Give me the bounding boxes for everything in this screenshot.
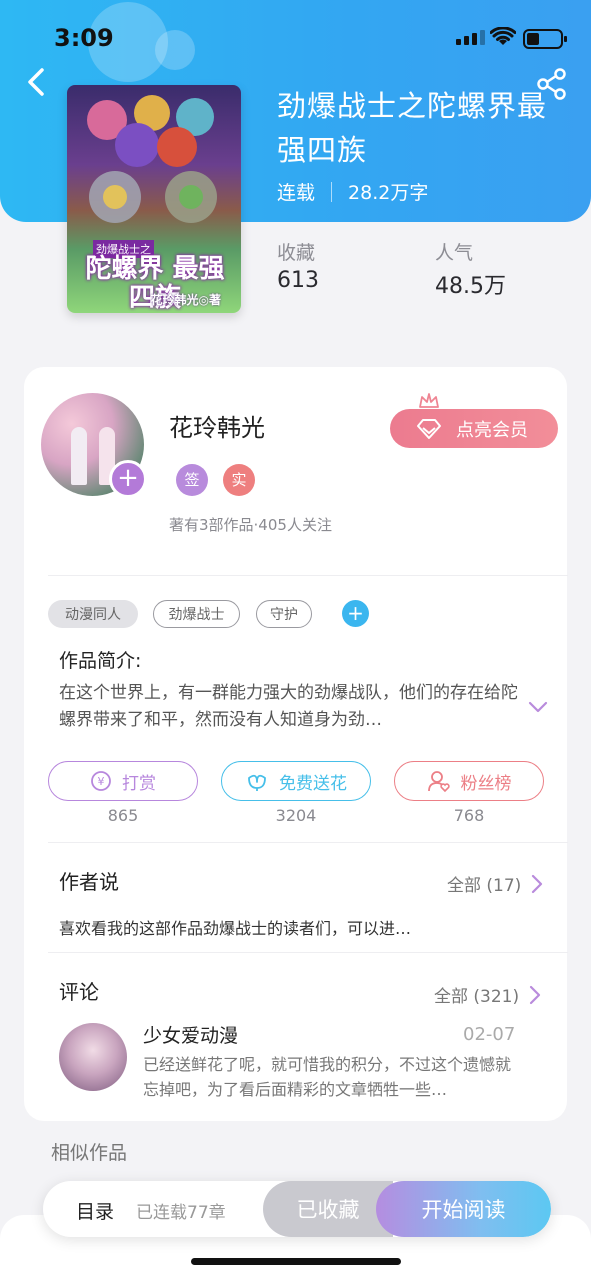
status-time: 3:09 [54,24,114,52]
cover-author: 花玲韩光◎著 [150,293,221,307]
similar-heading: 相似作品 [51,1142,128,1164]
start-reading-button[interactable]: 开始阅读 [376,1181,551,1237]
divider [48,952,568,953]
author-stats: 著有3部作品·405人关注 [169,516,332,534]
tag-item[interactable]: 劲爆战士 [153,600,240,628]
author-says-text[interactable]: 喜欢看我的这部作品劲爆战士的读者们，可以进… [59,915,411,939]
popularity-label: 人气 [435,242,474,264]
crown-icon [419,393,439,408]
author-name[interactable]: 花玲韩光 [169,408,265,443]
commenter-name[interactable]: 少女爱动漫 [143,1021,238,1048]
signed-badge: 签 [176,464,208,496]
chevron-right-icon [530,985,541,1004]
fans-count: 768 [453,806,485,825]
popularity-value: 48.5万 [435,274,506,299]
comment-text[interactable]: 已经送鲜花了呢，就可惜我的积分，不过这个遗憾就忘掉吧，为了看后面精彩的文章牺牲一… [143,1052,526,1102]
avatar-figure [71,427,87,485]
flower-icon [248,774,266,791]
book-title: 劲爆战士之陀螺界最强四族 [277,89,548,167]
send-flower-button[interactable]: 免费送花 [221,761,371,801]
chevron-right-icon [532,874,543,893]
toc-button[interactable]: 目录 [76,1197,114,1224]
fans-rank-label: 粉丝榜 [460,773,512,794]
back-icon[interactable] [22,64,52,100]
verified-badge: 实 [223,464,255,496]
book-meta: 连载 28.2万字 [277,178,428,205]
collected-button[interactable]: 已收藏 [263,1181,393,1237]
author-says-all-link[interactable]: 全部 (17) [447,871,543,896]
signal-icon [456,30,485,45]
intro-heading: 作品简介: [59,650,142,672]
coin-icon: ¥ [91,771,111,791]
comments-all-link[interactable]: 全部 (321) [434,982,541,1007]
send-flower-label: 免费送花 [279,773,347,794]
bottom-action-bar: 目录 已连载77章 已收藏 开始阅读 [43,1181,551,1237]
intro-text[interactable]: 在这个世界上，有一群能力强大的劲爆战队，他们的存在给陀螺界带来了和平，然而没有人… [59,680,519,734]
vip-button-label: 点亮会员 [456,419,528,441]
vip-button[interactable]: 点亮会员 [390,409,558,448]
diamond-icon [417,419,441,439]
home-indicator [191,1258,401,1265]
comments-all-label: 全部 (321) [434,987,520,1007]
flower-count: 3204 [275,806,317,825]
favorites-value: 613 [277,268,319,293]
serial-chapters[interactable]: 已连载77章 [136,1198,226,1223]
tag-item[interactable]: 守护 [256,600,312,628]
divider [48,575,568,576]
fans-rank-button[interactable]: 粉丝榜 [394,761,544,801]
comment-date: 02-07 [463,1024,516,1045]
fan-user-icon [427,771,450,793]
commenter-avatar[interactable] [59,1023,127,1091]
reward-label: 打赏 [122,773,156,794]
word-count: 28.2万字 [348,182,429,204]
author-says-heading: 作者说 [59,870,119,894]
cover-art [87,95,217,223]
expand-chevron-icon[interactable] [528,700,548,714]
svg-text:¥: ¥ [98,775,105,788]
tag-item[interactable]: 动漫同人 [48,600,138,628]
comments-heading: 评论 [59,980,99,1004]
wifi-icon [490,27,516,45]
book-status: 连载 [277,182,316,204]
favorites-label: 收藏 [277,242,316,264]
meta-divider [331,181,333,202]
battery-icon [523,29,567,49]
status-bar: 3:09 [0,0,591,76]
divider [48,842,568,843]
author-says-all-label: 全部 (17) [447,876,522,896]
follow-plus-icon[interactable]: + [109,460,147,498]
reward-button[interactable]: ¥ 打赏 [48,761,198,801]
add-tag-icon[interactable]: + [342,600,369,627]
book-cover[interactable]: 劲爆战士之 陀螺界 最强四族 花玲韩光◎著 [67,85,241,313]
reward-count: 865 [107,806,139,825]
